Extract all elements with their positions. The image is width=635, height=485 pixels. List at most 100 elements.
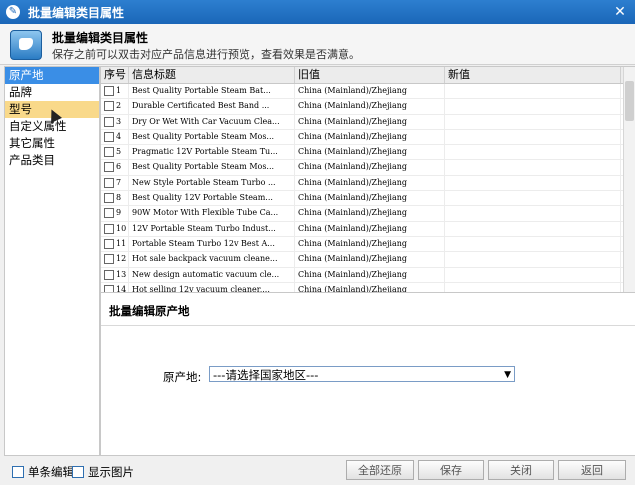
column-header-old-value[interactable]: 旧值	[295, 67, 445, 83]
title-bar: ✎ 批量编辑类目属性 ✕	[0, 0, 635, 24]
row-number-cell: 6	[101, 160, 129, 175]
origin-select[interactable]: ---请选择国家地区--- ▼	[209, 366, 515, 382]
table-row[interactable]: 6 Best Quality Portable Steam Mos... China…	[101, 160, 635, 176]
row-number: 6	[116, 162, 122, 172]
row-checkbox[interactable]	[104, 86, 114, 96]
row-number: 8	[116, 193, 122, 203]
section-title: 批量编辑原产地	[109, 304, 190, 318]
table-row[interactable]: 2 Durable Certificated Best Band ... China…	[101, 99, 635, 115]
table-row[interactable]: 3 Dry Or Wet With Car Vacuum Clea... China…	[101, 114, 635, 130]
sidebar-item-product-category[interactable]: 产品类目	[5, 152, 99, 169]
category-edit-icon	[10, 30, 42, 60]
app-icon: ✎	[6, 5, 20, 19]
title-cell: Hot sale backpack vacuum cleane...	[129, 252, 295, 267]
chevron-down-icon[interactable]: ▼	[504, 367, 511, 383]
checkbox-box[interactable]	[12, 466, 24, 478]
divider	[101, 325, 635, 326]
single-edit-checkbox[interactable]: 单条编辑	[12, 464, 74, 480]
origin-label: 原产地:	[163, 370, 202, 384]
row-number: 2	[116, 101, 122, 111]
row-number-cell: 4	[101, 129, 129, 145]
old-value-cell: China (Mainland)/Zhejiang	[295, 267, 445, 282]
old-value-cell: China (Mainland)/Zhejiang	[295, 252, 445, 267]
row-number: 1	[116, 86, 122, 95]
title-cell: Dry Or Wet With Car Vacuum Clea...	[129, 114, 295, 129]
new-value-cell	[445, 99, 621, 114]
row-checkbox[interactable]	[104, 177, 114, 188]
product-grid: 序号 信息标题 旧值 新值 1 Best Quality Portable Ste…	[100, 66, 635, 293]
new-value-cell	[445, 221, 621, 236]
table-row[interactable]: 13 New design automatic vacuum cle... Chin…	[101, 267, 635, 283]
table-row[interactable]: 11 Portable Steam Turbo 12v Best A... Chin…	[101, 236, 635, 253]
window-title: 批量编辑类目属性	[28, 5, 125, 20]
scrollbar-thumb[interactable]	[625, 81, 634, 121]
row-checkbox[interactable]	[104, 238, 114, 249]
new-value-cell	[445, 191, 621, 206]
row-checkbox[interactable]	[104, 193, 114, 204]
save-button[interactable]: 保存	[418, 460, 484, 480]
table-row[interactable]: 1 Best Quality Portable Steam Bat... China…	[101, 84, 635, 100]
row-checkbox[interactable]	[104, 162, 114, 173]
table-row[interactable]: 4 Best Quality Portable Steam Mos... China…	[101, 129, 635, 146]
column-header-title[interactable]: 信息标题	[129, 67, 295, 83]
new-value-cell	[445, 175, 621, 191]
title-cell: Durable Certificated Best Band ...	[129, 99, 295, 114]
sidebar-item-origin[interactable]: 原产地	[5, 67, 99, 84]
row-number-cell: 3	[101, 114, 129, 129]
row-number-cell: 5	[101, 145, 129, 160]
show-image-checkbox[interactable]: 显示图片	[72, 464, 134, 480]
row-checkbox[interactable]	[104, 131, 114, 142]
dialog-header: 批量编辑类目属性 保存之前可以双击对应产品信息进行预览，查看效果是否满意。	[0, 24, 635, 65]
row-number: 3	[116, 116, 122, 126]
sidebar-item-other-attributes[interactable]: 其它属性	[5, 135, 99, 152]
title-cell: New design automatic vacuum cle...	[129, 267, 295, 282]
row-checkbox[interactable]	[104, 101, 114, 112]
title-cell: New Style Portable Steam Turbo ...	[129, 175, 295, 191]
new-value-cell	[445, 145, 621, 160]
table-row[interactable]: 7 New Style Portable Steam Turbo ... China…	[101, 175, 635, 192]
checkbox-box[interactable]	[72, 466, 84, 478]
old-value-cell: China (Mainland)/Zhejiang	[295, 206, 445, 221]
restore-all-button[interactable]: 全部还原	[346, 460, 414, 480]
row-number-cell: 2	[101, 99, 129, 114]
row-number-cell: 11	[101, 236, 129, 252]
row-number-cell: 8	[101, 191, 129, 206]
sidebar-item-brand[interactable]: 品牌	[5, 84, 99, 101]
dialog-footer: 单条编辑 显示图片 全部还原 保存 关闭 返回	[0, 456, 635, 485]
title-cell: Pragmatic 12V Portable Steam Tu...	[129, 145, 295, 160]
row-checkbox[interactable]	[104, 254, 114, 265]
row-number: 12	[116, 254, 127, 264]
table-row[interactable]: 12 Hot sale backpack vacuum cleane... Chin…	[101, 252, 635, 268]
title-cell: Portable Steam Turbo 12v Best A...	[129, 236, 295, 252]
old-value-cell: China (Mainland)/Zhejiang	[295, 191, 445, 206]
back-button[interactable]: 返回	[558, 460, 626, 480]
close-icon[interactable]: ✕	[611, 3, 629, 21]
row-checkbox[interactable]	[104, 116, 114, 127]
table-row[interactable]: 10 12V Portable Steam Turbo Indust... Chin…	[101, 221, 635, 237]
row-checkbox[interactable]	[104, 147, 114, 158]
vertical-scrollbar[interactable]	[623, 67, 635, 292]
row-number-cell: 7	[101, 175, 129, 191]
row-number: 5	[116, 147, 122, 157]
old-value-cell: China (Mainland)/Zhejiang	[295, 160, 445, 175]
new-value-cell	[445, 129, 621, 145]
title-cell: 90W Motor With Flexible Tube Ca...	[129, 206, 295, 221]
column-header-new-value[interactable]: 新值	[445, 67, 621, 83]
table-row[interactable]: 8 Best Quality 12V Portable Steam... China…	[101, 191, 635, 207]
table-row[interactable]: 5 Pragmatic 12V Portable Steam Tu... China…	[101, 145, 635, 161]
row-checkbox[interactable]	[104, 208, 114, 219]
header-title: 批量编辑类目属性	[52, 31, 149, 45]
show-image-label: 显示图片	[88, 465, 134, 479]
row-checkbox[interactable]	[104, 223, 114, 234]
column-header-number[interactable]: 序号	[101, 67, 129, 83]
row-number: 9	[116, 208, 122, 218]
table-row[interactable]: 9 90W Motor With Flexible Tube Ca... China…	[101, 206, 635, 222]
origin-select-value: ---请选择国家地区---	[213, 368, 319, 382]
close-button[interactable]: 关闭	[488, 460, 554, 480]
row-checkbox[interactable]	[104, 269, 114, 280]
row-number-cell: 10	[101, 221, 129, 236]
row-number: 4	[116, 131, 122, 141]
edit-origin-panel: 批量编辑原产地 原产地: ---请选择国家地区--- ▼	[100, 292, 635, 456]
title-cell: Best Quality Portable Steam Mos...	[129, 129, 295, 145]
title-cell: Best Quality 12V Portable Steam...	[129, 191, 295, 206]
